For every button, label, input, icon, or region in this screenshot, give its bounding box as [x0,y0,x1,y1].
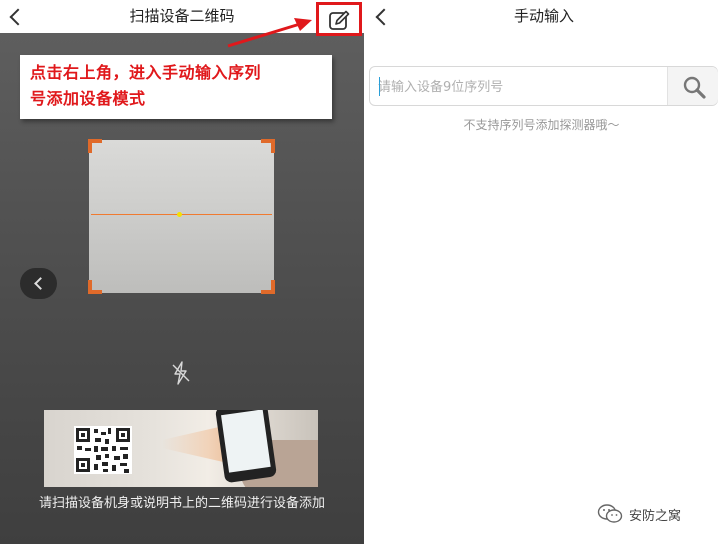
annotation-line1: 点击右上角，进入手动输入序列 [30,63,262,82]
phone-screen [221,410,271,473]
search-icon [683,76,706,99]
scan-frame [88,139,275,294]
flash-off-icon [172,361,190,385]
flash-toggle-button[interactable] [170,360,192,386]
manual-input-screen: 手动输入 不支持序列号添加探测器哦～ 安防之窝 [364,0,719,544]
scan-corner-top-right [261,139,275,153]
watermark-text: 安防之窝 [629,508,682,524]
search-button[interactable] [667,67,718,105]
scan-back-button[interactable] [4,4,28,30]
wechat-icon [597,504,623,523]
scan-screen: 扫描设备二维码 点击右上角，进入手动输入序列 号添加设备模式 请扫描设备机身或说… [0,0,364,544]
manual-input-button[interactable] [316,2,362,36]
scan-guide-illustration [44,410,318,487]
scan-hint: 请扫描设备机身或说明书上的二维码进行设备添加 [38,496,325,511]
manual-header: 手动输入 [364,0,719,36]
serial-search-box [369,66,718,106]
side-back-icon[interactable] [20,268,57,299]
scan-title: 扫描设备二维码 [129,7,235,25]
serial-number-input[interactable] [378,75,663,99]
scan-corner-bottom-right [261,280,275,294]
qr-code-image [74,426,132,474]
annotation-callout: 点击右上角，进入手动输入序列 号添加设备模式 [20,55,332,119]
scan-focus-dot [177,212,182,217]
phone-illustration [214,410,278,484]
scan-corner-top-left [88,139,102,153]
edit-icon [329,10,350,30]
annotation-line2: 号添加设备模式 [30,89,146,108]
scan-header: 扫描设备二维码 [0,0,364,33]
manual-back-button[interactable] [370,4,394,30]
no-support-note: 不支持序列号添加探测器哦～ [463,118,620,132]
text-cursor [379,77,380,96]
watermark: 安防之窝 [597,503,681,525]
manual-title: 手动输入 [513,7,574,25]
scan-corner-bottom-left [88,280,102,294]
